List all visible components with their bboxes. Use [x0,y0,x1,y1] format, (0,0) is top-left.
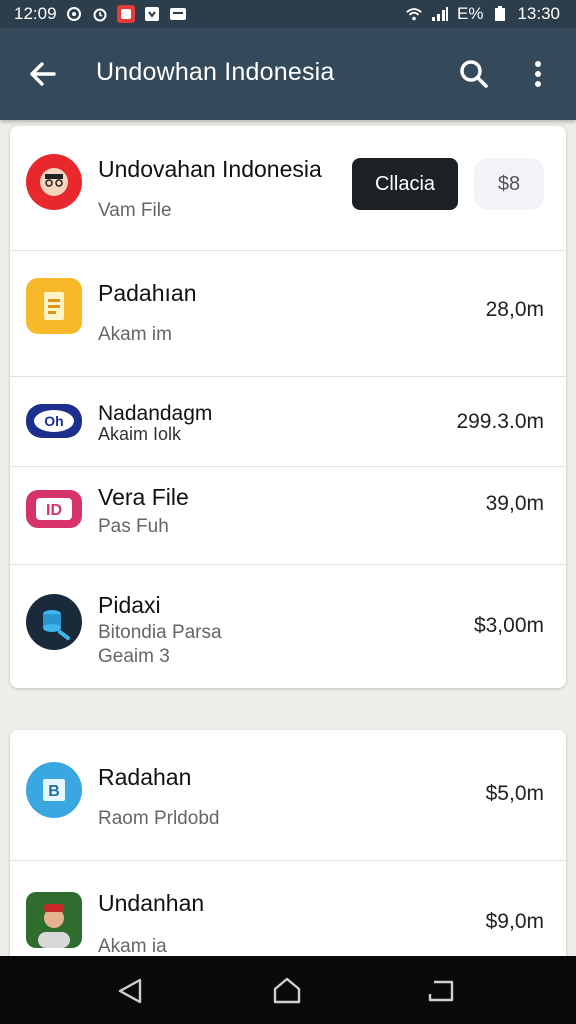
avatar-icon [26,154,82,210]
list-item[interactable]: Pidaxi Bitondia Parsa Geaim 3 $3,00m [10,564,566,688]
list-item[interactable]: ID Vera File Pas Fuh 39,0m [10,466,566,565]
status-bar: 12:09 E% 13:30 [0,0,576,28]
item-name: Radahan [98,764,192,790]
pink-app-icon: ID [26,490,82,528]
item-name: Nadandagm [98,402,213,425]
signal-icon [431,5,449,23]
item-sub: Pas Fuh [98,516,169,537]
list-item[interactable]: Padahıan Akam im 28,0m [10,250,566,377]
list-item[interactable]: Undanhan Akam ia $9,0m [10,860,566,970]
item-amount: $5,0m [485,782,544,805]
item-sub: Akam im [98,324,172,345]
item-sub-secondary: Geaim 3 [98,646,170,667]
app-bar: Undowhan Indonesia [0,28,576,120]
item-name: Undanhan [98,890,205,916]
svg-text:ID: ID [46,502,62,519]
header-row[interactable]: Undovahan Indonesia Vam File Cllacia $8 [10,126,566,251]
status-time-left: 12:09 [14,4,57,23]
file-list-card-2: B Radahan Raom Prldobd $5,0m Undanhan Ak… [10,730,566,970]
id-card-icon: B [26,762,82,818]
svg-text:Oh: Oh [44,413,63,429]
list-item[interactable]: B Radahan Raom Prldobd $5,0m [10,730,566,861]
primary-button[interactable]: Cllacia [352,158,458,210]
search-icon[interactable] [456,56,492,92]
item-amount: 28,0m [485,298,544,321]
recent-apps-icon[interactable] [424,974,458,1008]
item-name: Pidaxi [98,592,161,618]
item-amount: 39,0m [485,492,544,515]
header-name: Undovahan Indonesia [98,156,322,182]
status-right: E% 13:30 [405,4,560,24]
brand-oval-icon: Oh [26,404,82,438]
triangle-back-icon[interactable] [114,974,148,1008]
message-icon [169,5,187,23]
item-sub: Akaim Iolk [98,424,182,444]
item-sub: Akam ia [98,936,167,957]
item-sub: Raom Prldobd [98,808,220,829]
item-name: Padahıan [98,280,197,306]
page-title: Undowhan Indonesia [96,58,335,86]
svg-text:B: B [48,783,60,800]
network-label: E% [456,4,484,23]
battery-icon [491,5,509,23]
item-amount: $9,0m [485,910,544,933]
price-button[interactable]: $8 [474,158,544,210]
coin-stack-icon [26,594,82,650]
item-sub: Bitondia Parsa [98,622,222,643]
heart-mail-icon [143,5,161,23]
item-amount: 299.3.0m [456,410,544,433]
document-app-icon [26,278,82,334]
person-photo-icon [26,892,82,948]
sync-icon [65,5,83,23]
alarm-icon [91,5,109,23]
status-left: 12:09 [14,4,187,24]
item-name: Vera File [98,484,189,510]
status-time-right: 13:30 [517,4,560,23]
arrow-left-icon[interactable] [24,56,60,92]
item-amount: $3,00m [473,614,544,637]
system-nav-bar [0,956,576,1024]
list-item[interactable]: Oh Nadandagm Akaim Iolk 299.3.0m [10,376,566,467]
home-icon[interactable] [270,974,304,1008]
wifi-icon [405,5,423,23]
header-sub: Vam File [98,200,172,221]
more-vertical-icon[interactable] [522,56,554,92]
file-list-card: Undovahan Indonesia Vam File Cllacia $8 … [10,126,566,688]
notification-badge-icon [116,5,135,23]
